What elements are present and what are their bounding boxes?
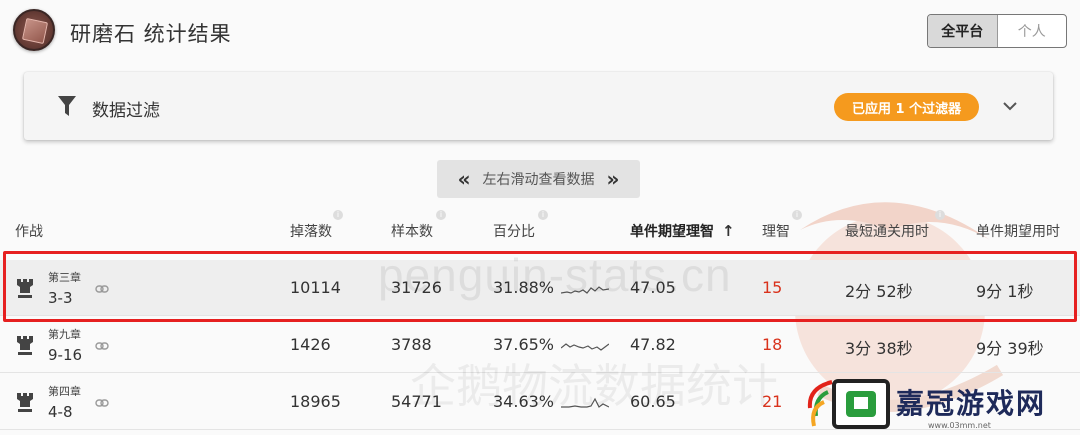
- samples-count: 54771: [391, 392, 442, 411]
- chapter-label: 第九章: [48, 328, 81, 341]
- samples-count: 3788: [391, 335, 432, 354]
- filter-applied-badge: 已应用 1 个过滤器: [834, 93, 980, 121]
- column-header-stage[interactable]: 作战: [15, 221, 43, 241]
- stage-code: 9-16: [48, 346, 83, 364]
- info-icon[interactable]: i: [333, 210, 343, 220]
- drops-count: 18965: [290, 392, 341, 411]
- info-icon[interactable]: i: [436, 210, 446, 220]
- column-header-expected-time[interactable]: 单件期望用时: [976, 221, 1060, 241]
- toggle-all-platforms[interactable]: 全平台: [928, 15, 998, 47]
- double-chevron-left-icon: «: [457, 167, 471, 191]
- info-icon[interactable]: i: [792, 210, 802, 220]
- trend-sparkline: [561, 397, 609, 408]
- stage-chess-icon: [17, 393, 33, 412]
- column-header-drops[interactable]: 掉落数: [290, 221, 332, 241]
- highlight-box: [3, 251, 1077, 322]
- link-icon[interactable]: [95, 398, 109, 408]
- column-header-expected-sanity-label: 单件期望理智: [630, 224, 714, 240]
- chapter-label: 第四章: [48, 385, 81, 398]
- drop-percent: 34.63%: [493, 392, 555, 411]
- column-header-expected-sanity[interactable]: 单件期望理智 ↑: [630, 221, 735, 241]
- scroll-hint-text: 左右滑动查看数据: [482, 172, 595, 188]
- drop-percent: 37.65%: [493, 335, 555, 354]
- page-title: 研磨石 统计结果: [70, 22, 232, 46]
- data-filter-panel[interactable]: 数据过滤 已应用 1 个过滤器: [24, 72, 1053, 140]
- trend-sparkline: [561, 343, 609, 351]
- sanity-cost: 18: [762, 335, 783, 354]
- scroll-hint: « 左右滑动查看数据 »: [437, 160, 640, 198]
- stage-code: 4-8: [48, 403, 73, 421]
- scope-toggle[interactable]: 全平台 个人: [927, 14, 1067, 48]
- item-grindstone-icon: [13, 9, 55, 51]
- column-header-samples[interactable]: 样本数: [391, 221, 433, 241]
- toggle-personal[interactable]: 个人: [998, 15, 1067, 47]
- stage-chess-icon: [17, 336, 33, 355]
- column-header-min-clear-time[interactable]: 最短通关用时: [845, 221, 929, 241]
- link-icon[interactable]: [95, 341, 109, 351]
- min-clear-time: 3分 38秒: [845, 339, 913, 358]
- logo-text: 嘉冠游戏网: [896, 387, 1047, 420]
- filter-icon: [58, 96, 76, 116]
- double-chevron-right-icon: »: [606, 167, 620, 191]
- column-header-sanity[interactable]: 理智: [762, 221, 790, 241]
- chevron-down-icon[interactable]: [1001, 97, 1019, 115]
- logo-url: www.03mm.net: [928, 421, 991, 430]
- sort-ascending-icon[interactable]: ↑: [722, 222, 735, 240]
- sanity-cost: 21: [762, 392, 783, 411]
- expected-sanity: 47.82: [630, 335, 676, 354]
- page-header: 研磨石 统计结果 全平台 个人: [0, 0, 1080, 64]
- filter-label: 数据过滤: [92, 101, 160, 121]
- info-icon[interactable]: i: [935, 210, 945, 220]
- column-header-percent[interactable]: 百分比: [493, 221, 535, 241]
- site-logo-overlay: 嘉冠游戏网 www.03mm.net: [804, 366, 1072, 432]
- expected-sanity: 60.65: [630, 392, 676, 411]
- expected-time: 9分 39秒: [976, 339, 1044, 358]
- drops-count: 1426: [290, 335, 331, 354]
- info-icon[interactable]: i: [538, 210, 548, 220]
- logo-mark-icon: [832, 379, 890, 429]
- table-row[interactable]: 第九章 9-16 1426 3788 37.65% 47.82 18 3分 38…: [0, 317, 1080, 373]
